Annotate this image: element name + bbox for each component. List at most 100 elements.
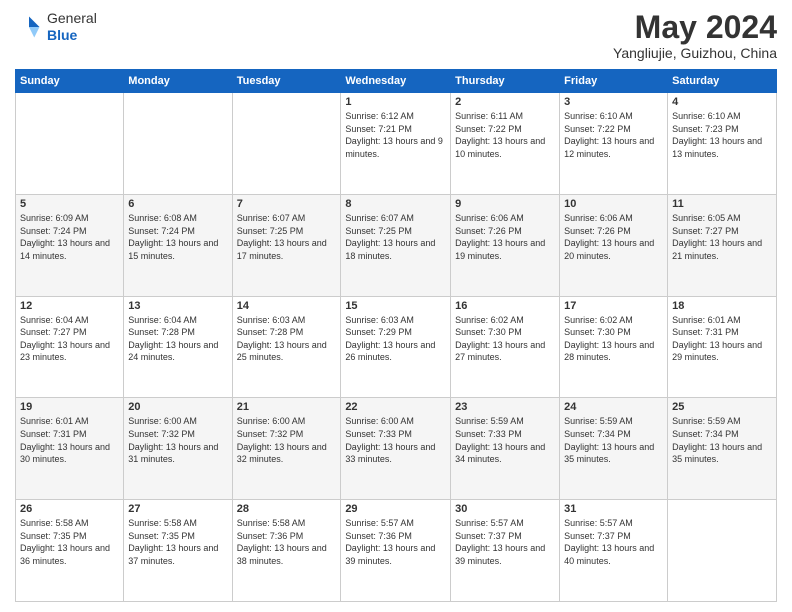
calendar-table: SundayMondayTuesdayWednesdayThursdayFrid…: [15, 69, 777, 602]
calendar-week-row: 19Sunrise: 6:01 AM Sunset: 7:31 PM Dayli…: [16, 398, 777, 500]
day-number: 4: [672, 96, 772, 108]
calendar-cell: [124, 93, 232, 195]
day-number: 5: [20, 198, 119, 210]
calendar-cell: 14 Sunrise: 6:03 AM Sunset: 7:28 PM Dayli…: [232, 296, 341, 398]
cell-text: Sunrise: 5:57 AM Sunset: 7:36 PM Dayligh…: [345, 517, 446, 567]
cell-text: Sunrise: 6:06 AM Sunset: 7:26 PM Dayligh…: [455, 212, 555, 262]
day-number: 25: [672, 401, 772, 413]
cell-text: Sunrise: 5:57 AM Sunset: 7:37 PM Dayligh…: [455, 517, 555, 567]
cell-text: Sunrise: 6:11 AM Sunset: 7:22 PM Dayligh…: [455, 110, 555, 160]
day-number: 2: [455, 96, 555, 108]
weekday-header-friday: Friday: [560, 70, 668, 93]
weekday-header-monday: Monday: [124, 70, 232, 93]
calendar-week-row: 26 Sunrise: 5:58 AM Sunset: 7:35 PM Dayli…: [16, 500, 777, 602]
cell-text: Sunrise: 5:59 AM Sunset: 7:34 PM Dayligh…: [564, 415, 663, 465]
cell-text: Sunrise: 5:58 AM Sunset: 7:36 PM Dayligh…: [237, 517, 337, 567]
day-number: 6: [128, 198, 227, 210]
day-number: 3: [564, 96, 663, 108]
calendar-cell: 16 Sunrise: 6:02 AM Sunset: 7:30 PM Dayli…: [451, 296, 560, 398]
day-number: 15: [345, 300, 446, 312]
main-title: May 2024: [613, 10, 777, 45]
calendar-cell: 6 Sunrise: 6:08 AM Sunset: 7:24 PM Daylig…: [124, 194, 232, 296]
calendar-cell: 12Sunrise: 6:04 AM Sunset: 7:27 PM Dayli…: [16, 296, 124, 398]
calendar-cell: 7 Sunrise: 6:07 AM Sunset: 7:25 PM Daylig…: [232, 194, 341, 296]
cell-text: Sunrise: 6:00 AM Sunset: 7:32 PM Dayligh…: [237, 415, 337, 465]
calendar-cell: 10 Sunrise: 6:06 AM Sunset: 7:26 PM Dayli…: [560, 194, 668, 296]
logo-blue: Blue: [47, 27, 97, 44]
cell-text: Sunrise: 6:08 AM Sunset: 7:24 PM Dayligh…: [128, 212, 227, 262]
weekday-header-sunday: Sunday: [16, 70, 124, 93]
calendar-cell: 5 Sunrise: 6:09 AM Sunset: 7:24 PM Daylig…: [16, 194, 124, 296]
calendar-cell: 13Sunrise: 6:04 AM Sunset: 7:28 PM Dayli…: [124, 296, 232, 398]
calendar-cell: 20 Sunrise: 6:00 AM Sunset: 7:32 PM Dayli…: [124, 398, 232, 500]
calendar-cell: 21 Sunrise: 6:00 AM Sunset: 7:32 PM Dayli…: [232, 398, 341, 500]
calendar-cell: 23Sunrise: 5:59 AM Sunset: 7:33 PM Dayli…: [451, 398, 560, 500]
title-block: May 2024 Yangliujie, Guizhou, China: [613, 10, 777, 61]
cell-text: Sunrise: 6:00 AM Sunset: 7:33 PM Dayligh…: [345, 415, 446, 465]
calendar-week-row: 1 Sunrise: 6:12 AM Sunset: 7:21 PM Daylig…: [16, 93, 777, 195]
cell-text: Sunrise: 5:57 AM Sunset: 7:37 PM Dayligh…: [564, 517, 663, 567]
day-number: 16: [455, 300, 555, 312]
cell-text: Sunrise: 5:58 AM Sunset: 7:35 PM Dayligh…: [128, 517, 227, 567]
day-number: 28: [237, 503, 337, 515]
cell-text: Sunrise: 6:09 AM Sunset: 7:24 PM Dayligh…: [20, 212, 119, 262]
weekday-header-tuesday: Tuesday: [232, 70, 341, 93]
calendar-cell: 4Sunrise: 6:10 AM Sunset: 7:23 PM Daylig…: [668, 93, 777, 195]
day-number: 23: [455, 401, 555, 413]
day-number: 7: [237, 198, 337, 210]
logo: General Blue: [15, 10, 97, 44]
calendar-cell: 26Sunrise: 5:58 AM Sunset: 7:35 PM Dayli…: [16, 500, 124, 602]
page: General Blue May 2024 Yangliujie, Guizho…: [0, 0, 792, 612]
weekday-header-thursday: Thursday: [451, 70, 560, 93]
calendar-cell: 11 Sunrise: 6:05 AM Sunset: 7:27 PM Dayli…: [668, 194, 777, 296]
cell-text: Sunrise: 6:03 AM Sunset: 7:28 PM Dayligh…: [237, 314, 337, 364]
cell-text: Sunrise: 6:02 AM Sunset: 7:30 PM Dayligh…: [564, 314, 663, 364]
day-number: 31: [564, 503, 663, 515]
calendar-cell: 3 Sunrise: 6:10 AM Sunset: 7:22 PM Daylig…: [560, 93, 668, 195]
day-number: 11: [672, 198, 772, 210]
day-number: 17: [564, 300, 663, 312]
cell-text: Sunrise: 6:06 AM Sunset: 7:26 PM Dayligh…: [564, 212, 663, 262]
logo-general: General: [47, 10, 97, 27]
cell-text: Sunrise: 6:10 AM Sunset: 7:22 PM Dayligh…: [564, 110, 663, 160]
calendar-cell: 8Sunrise: 6:07 AM Sunset: 7:25 PM Daylig…: [341, 194, 451, 296]
cell-text: Sunrise: 6:05 AM Sunset: 7:27 PM Dayligh…: [672, 212, 772, 262]
cell-text: Sunrise: 6:07 AM Sunset: 7:25 PM Dayligh…: [237, 212, 337, 262]
calendar-cell: 24Sunrise: 5:59 AM Sunset: 7:34 PM Dayli…: [560, 398, 668, 500]
logo-text: General Blue: [47, 10, 97, 44]
calendar-week-row: 12Sunrise: 6:04 AM Sunset: 7:27 PM Dayli…: [16, 296, 777, 398]
day-number: 10: [564, 198, 663, 210]
cell-text: Sunrise: 6:03 AM Sunset: 7:29 PM Dayligh…: [345, 314, 446, 364]
cell-text: Sunrise: 6:00 AM Sunset: 7:32 PM Dayligh…: [128, 415, 227, 465]
calendar-cell: 31 Sunrise: 5:57 AM Sunset: 7:37 PM Dayli…: [560, 500, 668, 602]
day-number: 21: [237, 401, 337, 413]
day-number: 1: [345, 96, 446, 108]
cell-text: Sunrise: 6:01 AM Sunset: 7:31 PM Dayligh…: [672, 314, 772, 364]
calendar-cell: 17 Sunrise: 6:02 AM Sunset: 7:30 PM Dayli…: [560, 296, 668, 398]
weekday-header-row: SundayMondayTuesdayWednesdayThursdayFrid…: [16, 70, 777, 93]
weekday-header-wednesday: Wednesday: [341, 70, 451, 93]
cell-text: Sunrise: 5:59 AM Sunset: 7:34 PM Dayligh…: [672, 415, 772, 465]
day-number: 8: [345, 198, 446, 210]
calendar-cell: 18 Sunrise: 6:01 AM Sunset: 7:31 PM Dayli…: [668, 296, 777, 398]
calendar-cell: [232, 93, 341, 195]
calendar-cell: 25 Sunrise: 5:59 AM Sunset: 7:34 PM Dayli…: [668, 398, 777, 500]
day-number: 20: [128, 401, 227, 413]
cell-text: Sunrise: 6:02 AM Sunset: 7:30 PM Dayligh…: [455, 314, 555, 364]
calendar-cell: 1 Sunrise: 6:12 AM Sunset: 7:21 PM Daylig…: [341, 93, 451, 195]
calendar-cell: 28 Sunrise: 5:58 AM Sunset: 7:36 PM Dayli…: [232, 500, 341, 602]
day-number: 14: [237, 300, 337, 312]
day-number: 27: [128, 503, 227, 515]
day-number: 9: [455, 198, 555, 210]
day-number: 30: [455, 503, 555, 515]
calendar-cell: [668, 500, 777, 602]
calendar-cell: 27 Sunrise: 5:58 AM Sunset: 7:35 PM Dayli…: [124, 500, 232, 602]
calendar-cell: 15 Sunrise: 6:03 AM Sunset: 7:29 PM Dayli…: [341, 296, 451, 398]
cell-text: Sunrise: 6:12 AM Sunset: 7:21 PM Dayligh…: [345, 110, 446, 160]
calendar-cell: 30 Sunrise: 5:57 AM Sunset: 7:37 PM Dayli…: [451, 500, 560, 602]
day-number: 13: [128, 300, 227, 312]
subtitle: Yangliujie, Guizhou, China: [613, 45, 777, 61]
day-number: 26: [20, 503, 119, 515]
day-number: 18: [672, 300, 772, 312]
calendar-cell: [16, 93, 124, 195]
